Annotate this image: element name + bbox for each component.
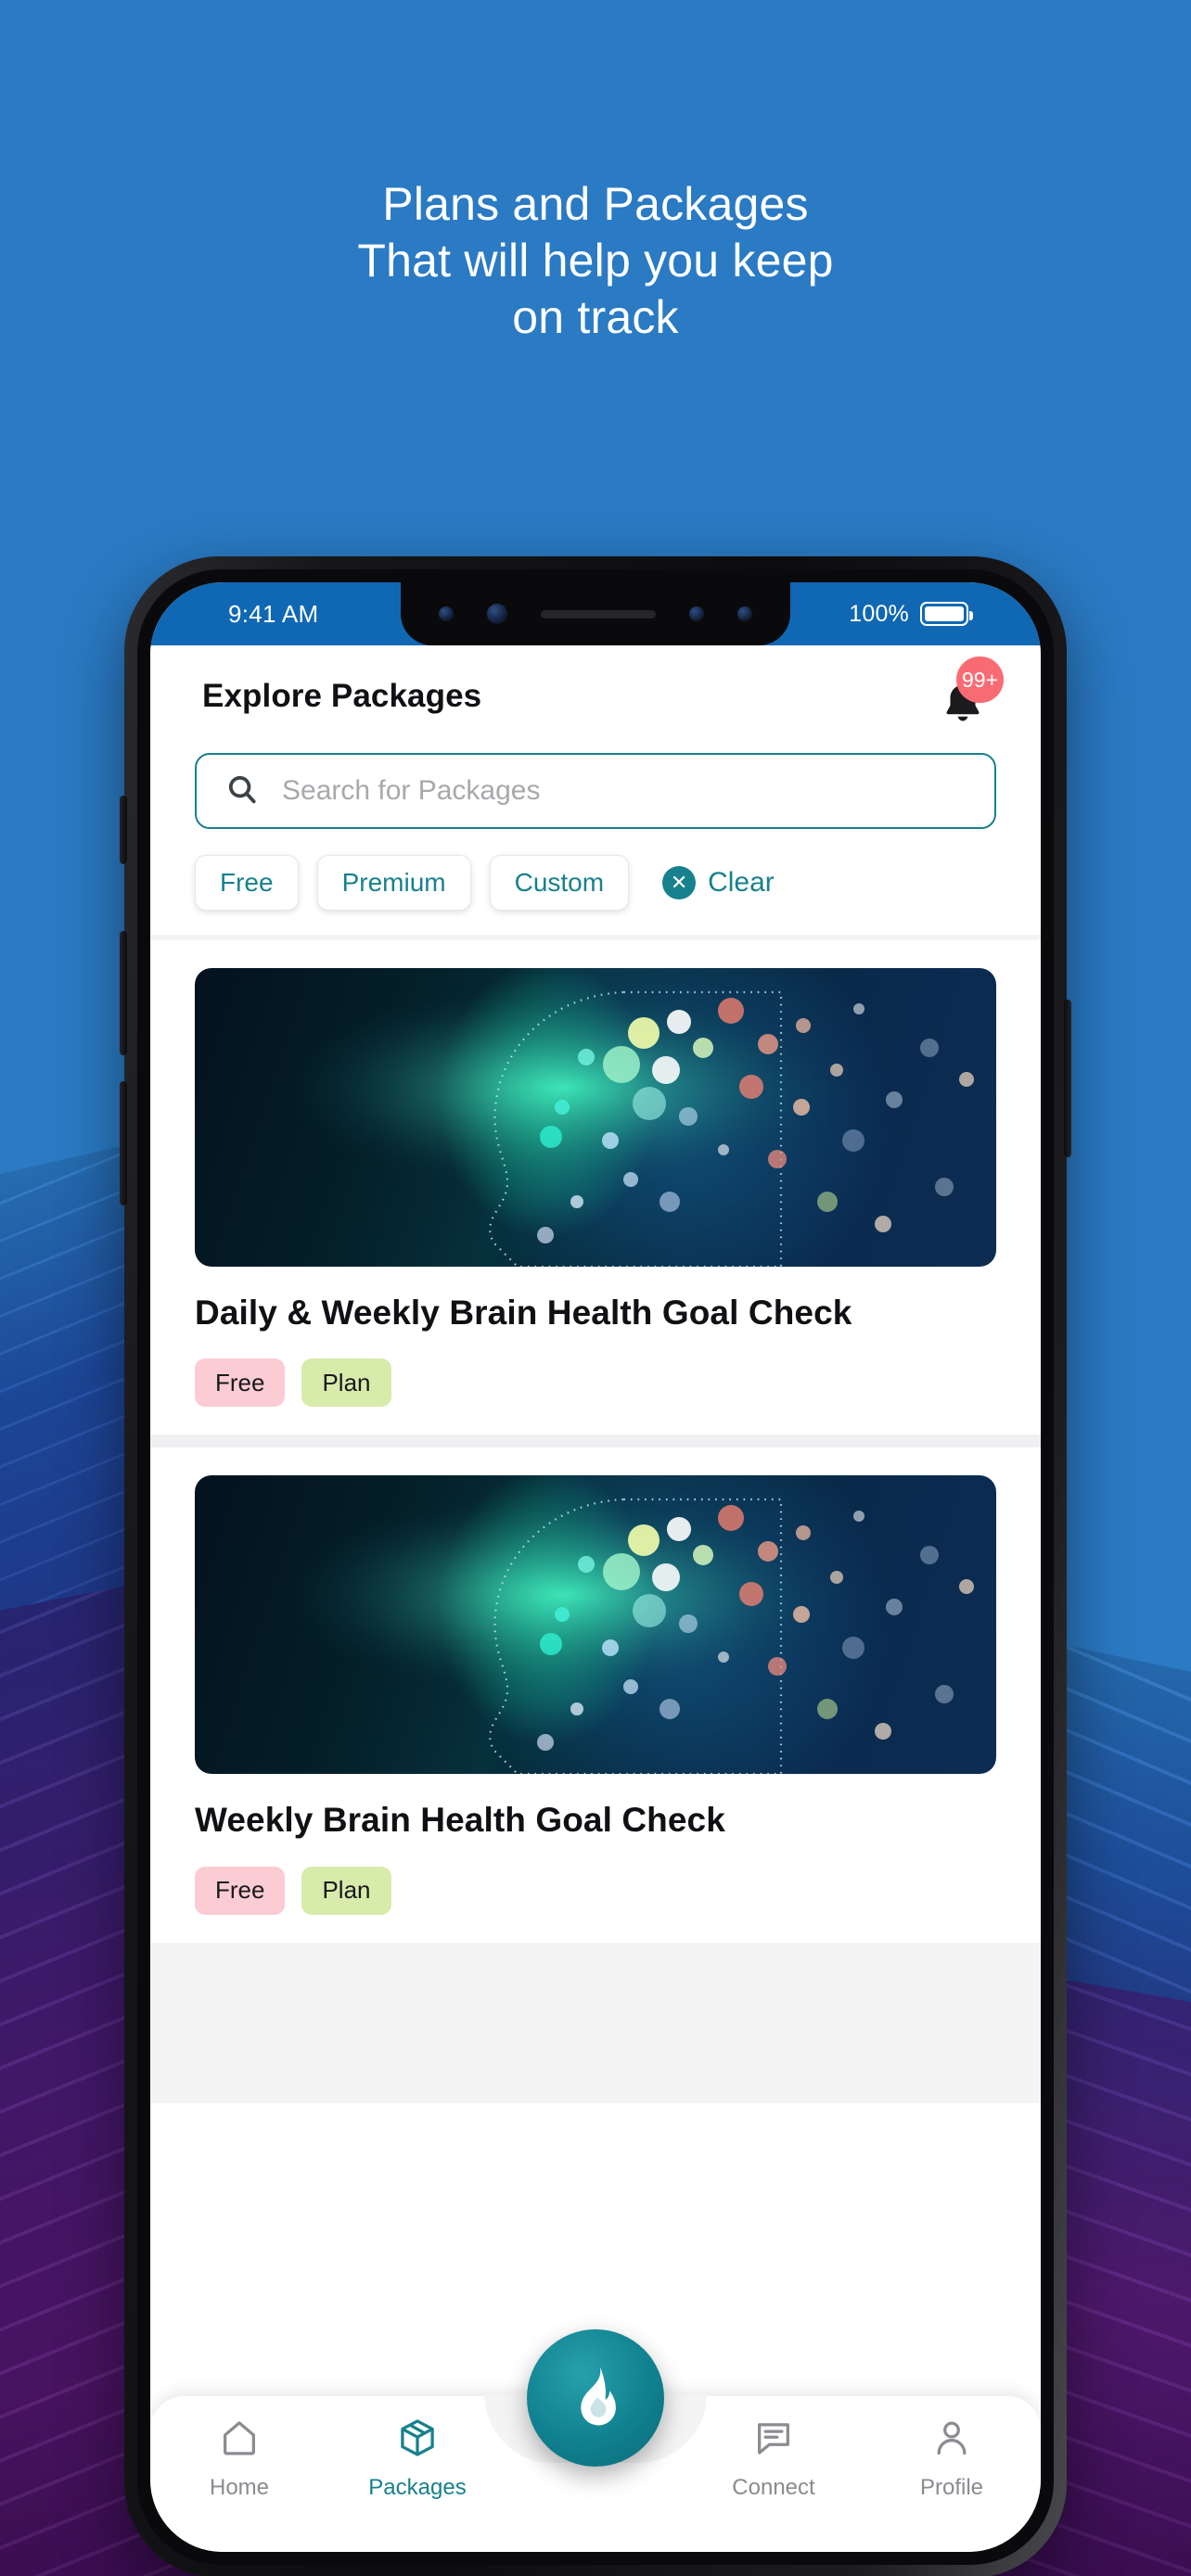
flame-icon	[561, 2362, 630, 2435]
notifications-button[interactable]: 99+	[931, 657, 1004, 731]
nav-label-packages: Packages	[368, 2475, 467, 2500]
battery-percent-label: 100%	[849, 600, 909, 627]
nav-item-packages[interactable]: Packages	[328, 2417, 506, 2501]
earpiece-speaker	[541, 609, 656, 618]
infrared-camera-icon	[439, 606, 454, 621]
headline-line-2: That will help you keep	[357, 235, 834, 287]
filter-chip-row: Free Premium Custom ✕ Clear	[150, 829, 1041, 935]
package-title: Daily & Weekly Brain Health Goal Check	[195, 1294, 852, 1332]
package-tags: Free Plan	[195, 1334, 996, 1435]
search-icon	[224, 772, 260, 811]
battery-icon	[920, 602, 973, 626]
flame-fab-button[interactable]	[527, 2329, 664, 2467]
nav-label-connect: Connect	[732, 2475, 815, 2500]
package-image	[195, 968, 996, 1267]
poster-headline: Plans and Packages That will help you ke…	[0, 176, 1191, 346]
nav-item-home[interactable]: Home	[150, 2417, 328, 2501]
phone-mute-switch[interactable]	[120, 796, 127, 864]
package-list[interactable]: Daily & Weekly Brain Health Goal Check F…	[150, 935, 1041, 2103]
package-tag-plan: Plan	[301, 1866, 391, 1915]
clear-filters-button[interactable]: ✕ Clear	[662, 866, 775, 899]
chat-icon	[752, 2417, 795, 2466]
person-icon	[930, 2417, 973, 2466]
status-bar-time: 9:41 AM	[228, 599, 319, 628]
phone-mockup: 9:41 AM 100% Explore Packages 99+ Search…	[120, 556, 1071, 2576]
app-header: Explore Packages 99+	[150, 645, 1041, 747]
package-tag-free: Free	[195, 1358, 286, 1408]
package-title: Weekly Brain Health Goal Check	[195, 1801, 725, 1840]
search-input[interactable]: Search for Packages	[195, 753, 996, 829]
card-divider	[150, 1435, 1041, 1448]
home-icon	[218, 2417, 261, 2466]
status-bar-right: 100%	[849, 600, 973, 628]
proximity-sensor-icon	[689, 606, 704, 621]
phone-power-button[interactable]	[1064, 1000, 1071, 1157]
filter-chip-free[interactable]: Free	[195, 855, 299, 911]
search-section: Search for Packages	[150, 747, 1041, 829]
nav-item-profile[interactable]: Profile	[863, 2417, 1041, 2501]
filter-chip-premium[interactable]: Premium	[316, 855, 471, 911]
nav-label-profile: Profile	[919, 2475, 984, 2500]
status-bar: 9:41 AM 100%	[150, 582, 1041, 645]
close-circle-icon: ✕	[662, 866, 697, 899]
phone-volume-down-button[interactable]	[120, 1081, 127, 1205]
package-card[interactable]: Weekly Brain Health Goal Check Free Plan	[150, 1447, 1041, 1943]
search-placeholder: Search for Packages	[282, 775, 541, 806]
package-image	[195, 1475, 996, 1775]
page-title: Explore Packages	[202, 678, 482, 714]
nav-label-home: Home	[209, 2475, 270, 2500]
package-icon	[396, 2417, 439, 2466]
headline-line-1: Plans and Packages	[382, 178, 809, 230]
nav-item-connect[interactable]: Connect	[685, 2417, 863, 2501]
phone-volume-up-button[interactable]	[120, 931, 127, 1055]
headline-line-3: on track	[512, 291, 679, 343]
front-camera-icon	[487, 604, 507, 624]
notification-badge: 99+	[955, 657, 1004, 703]
poster-canvas: Plans and Packages That will help you ke…	[0, 0, 1191, 2576]
package-tag-plan: Plan	[301, 1358, 391, 1408]
phone-notch	[401, 582, 790, 645]
package-card[interactable]: Daily & Weekly Brain Health Goal Check F…	[150, 940, 1041, 1435]
bottom-navigation: Home Packages Connect Profile	[150, 2329, 1041, 2552]
phone-screen: 9:41 AM 100% Explore Packages 99+ Search…	[150, 582, 1041, 2552]
package-tags: Free Plan	[195, 1843, 996, 1943]
ambient-light-sensor-icon	[737, 606, 752, 621]
clear-filters-label: Clear	[708, 867, 775, 898]
package-tag-free: Free	[195, 1866, 286, 1915]
filter-chip-custom[interactable]: Custom	[489, 855, 630, 911]
